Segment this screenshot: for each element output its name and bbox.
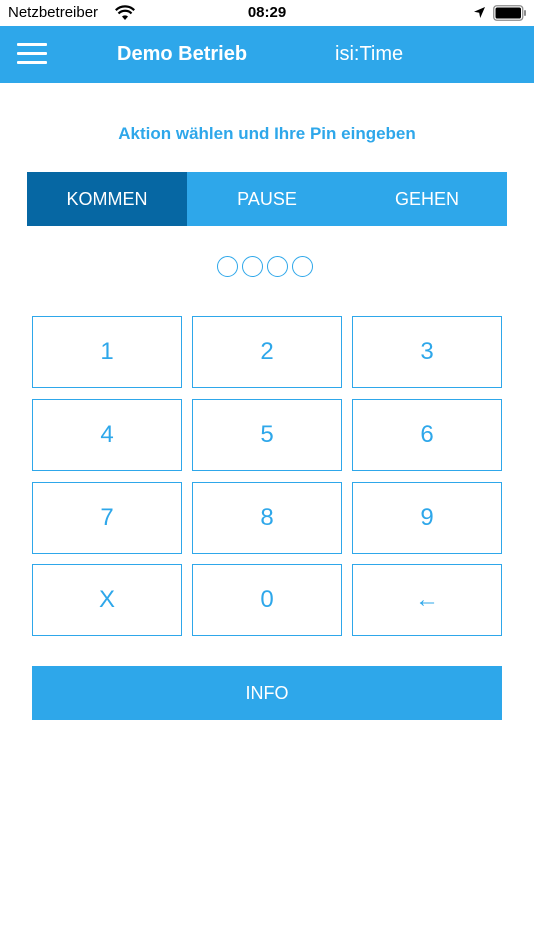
hamburger-menu-icon[interactable] xyxy=(17,43,47,65)
action-gehen[interactable]: GEHEN xyxy=(347,172,507,226)
pin-indicator xyxy=(217,256,313,277)
key-1[interactable]: 1 xyxy=(32,316,182,388)
app-name: isi:Time xyxy=(335,43,404,65)
key-8[interactable]: 8 xyxy=(192,482,342,554)
action-pause[interactable]: PAUSE xyxy=(187,172,347,226)
status-bar: Netzbetreiber 08:29 xyxy=(0,0,534,26)
key-9[interactable]: 9 xyxy=(352,482,502,554)
key-0[interactable]: 0 xyxy=(192,564,342,636)
pin-dot xyxy=(242,256,263,277)
location-icon xyxy=(474,7,485,18)
battery-icon xyxy=(493,5,526,21)
key-backspace[interactable]: ← xyxy=(352,564,502,636)
pin-dot xyxy=(267,256,288,277)
key-clear[interactable]: X xyxy=(32,564,182,636)
key-5[interactable]: 5 xyxy=(192,399,342,471)
key-7[interactable]: 7 xyxy=(32,482,182,554)
instruction-text: Aktion wählen und Ihre Pin eingeben xyxy=(118,124,416,143)
key-2[interactable]: 2 xyxy=(192,316,342,388)
pin-dot xyxy=(292,256,313,277)
key-4[interactable]: 4 xyxy=(32,399,182,471)
nav-bar: Demo Betrieb isi:Time xyxy=(0,26,534,83)
status-time: 08:29 xyxy=(247,4,287,21)
action-kommen[interactable]: KOMMEN xyxy=(27,172,187,226)
key-3[interactable]: 3 xyxy=(352,316,502,388)
company-title: Demo Betrieb xyxy=(117,43,248,65)
key-6[interactable]: 6 xyxy=(352,399,502,471)
action-selector: KOMMEN PAUSE GEHEN xyxy=(27,172,507,226)
info-button[interactable]: INFO xyxy=(32,666,502,720)
pin-dot xyxy=(217,256,238,277)
